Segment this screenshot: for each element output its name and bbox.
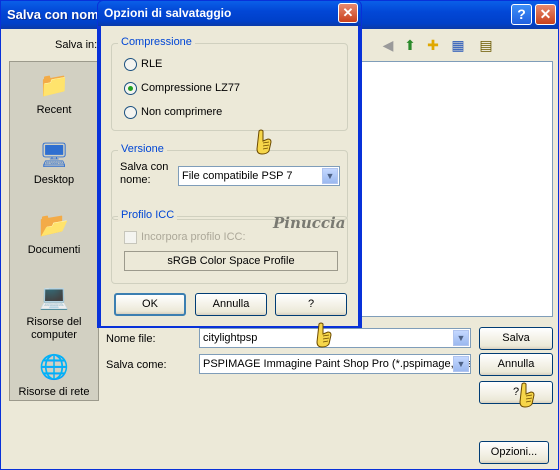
save-button[interactable]: Salva (479, 327, 553, 350)
radio-lz77[interactable]: Compressione LZ77 (124, 82, 240, 96)
place-network[interactable]: 🌐 Risorse di rete (10, 354, 98, 399)
version-legend: Versione (118, 143, 167, 155)
save-options-dialog: Opzioni di salvataggio ✕ Compressione RL… (97, 0, 362, 328)
desktop-icon: 🖥 (39, 142, 70, 169)
file-name-label: Nome file: (106, 333, 156, 345)
computer-icon: 💻 (39, 284, 69, 311)
pointing-hand-icon (256, 129, 272, 155)
chevron-down-icon[interactable]: ▼ (453, 330, 469, 346)
watermark: Pinuccia (273, 214, 346, 232)
place-label: Risorse del computer (26, 316, 82, 341)
chevron-down-icon[interactable]: ▼ (322, 168, 338, 184)
save-in-label: Salva in: (55, 39, 98, 51)
version-value: File compatibile PSP 7 (182, 170, 293, 182)
pointing-hand-icon (316, 322, 332, 348)
version-select[interactable]: File compatibile PSP 7 ▼ (178, 166, 340, 186)
embed-icc-label: Incorpora profilo ICC: (141, 231, 246, 243)
window-title: Salva con nome (7, 7, 106, 22)
embed-icc-checkbox-row: Incorpora profilo ICC: (124, 231, 246, 245)
folder-tools-icon[interactable]: ▤ (477, 37, 495, 53)
radio-button[interactable] (124, 106, 137, 119)
options-close-button[interactable]: ✕ (338, 3, 358, 23)
place-computer[interactable]: 💻 Risorse del computer (10, 284, 98, 342)
options-cancel-button[interactable]: Annulla (195, 293, 267, 316)
places-bar: 📁 Recent 🖥 Desktop 📂 Documenti 💻 Risorse… (9, 61, 99, 401)
options-body: Compressione RLE Compressione LZ77 Non c… (101, 26, 358, 326)
save-as-type-value: PSPIMAGE Immagine Paint Shop Pro (*.pspi… (203, 358, 471, 370)
back-icon[interactable]: ◀ (379, 37, 397, 53)
place-label: Desktop (33, 174, 75, 186)
chevron-down-icon[interactable]: ▼ (453, 356, 469, 372)
up-folder-icon[interactable]: ⬆ (401, 37, 419, 53)
documents-icon: 📂 (39, 212, 69, 239)
place-label: Risorse di rete (18, 386, 90, 398)
radio-button[interactable] (124, 82, 137, 95)
place-label: Documenti (27, 244, 81, 256)
file-name-input[interactable]: citylightpsp ▼ (199, 328, 471, 348)
options-help-button[interactable]: ? (275, 293, 347, 316)
view-menu-icon[interactable]: ▦ (449, 37, 467, 53)
place-documents[interactable]: 📂 Documenti (10, 212, 98, 257)
options-title: Opzioni di salvataggio (104, 6, 232, 20)
compression-legend: Compressione (118, 36, 195, 48)
folder-icon: 📁 (39, 72, 69, 99)
save-with-name-label: Salva con nome: (120, 161, 169, 186)
radio-label: Compressione LZ77 (141, 82, 241, 94)
new-folder-icon[interactable]: ✚ (424, 37, 442, 53)
file-name-value: citylightpsp (203, 332, 258, 344)
cancel-button[interactable]: Annulla (479, 353, 553, 376)
place-desktop[interactable]: 🖥 Desktop (10, 142, 98, 187)
options-button[interactable]: Opzioni... (479, 441, 549, 464)
ok-button[interactable]: OK (114, 293, 186, 316)
radio-label: RLE (141, 58, 163, 70)
save-as-type-label: Salva come: (106, 359, 167, 371)
save-as-type-select[interactable]: PSPIMAGE Immagine Paint Shop Pro (*.pspi… (199, 354, 471, 374)
icc-legend: Profilo ICC (118, 209, 178, 221)
radio-button[interactable] (124, 58, 137, 71)
icc-profile-button[interactable]: sRGB Color Space Profile (124, 251, 338, 271)
embed-icc-checkbox (124, 231, 137, 244)
pointing-hand-icon (519, 382, 535, 408)
radio-rle[interactable]: RLE (124, 58, 162, 72)
place-recent[interactable]: 📁 Recent (10, 72, 98, 117)
place-label: Recent (36, 104, 72, 116)
radio-label: Non comprimere (141, 106, 223, 118)
compression-group: Compressione RLE Compressione LZ77 Non c… (111, 36, 348, 131)
radio-no-compression[interactable]: Non comprimere (124, 106, 222, 120)
title-close-button[interactable]: ✕ (535, 4, 556, 25)
title-help-button[interactable]: ? (511, 4, 532, 25)
options-title-bar: Opzioni di salvataggio ✕ (98, 1, 361, 26)
network-icon: 🌐 (39, 354, 69, 381)
